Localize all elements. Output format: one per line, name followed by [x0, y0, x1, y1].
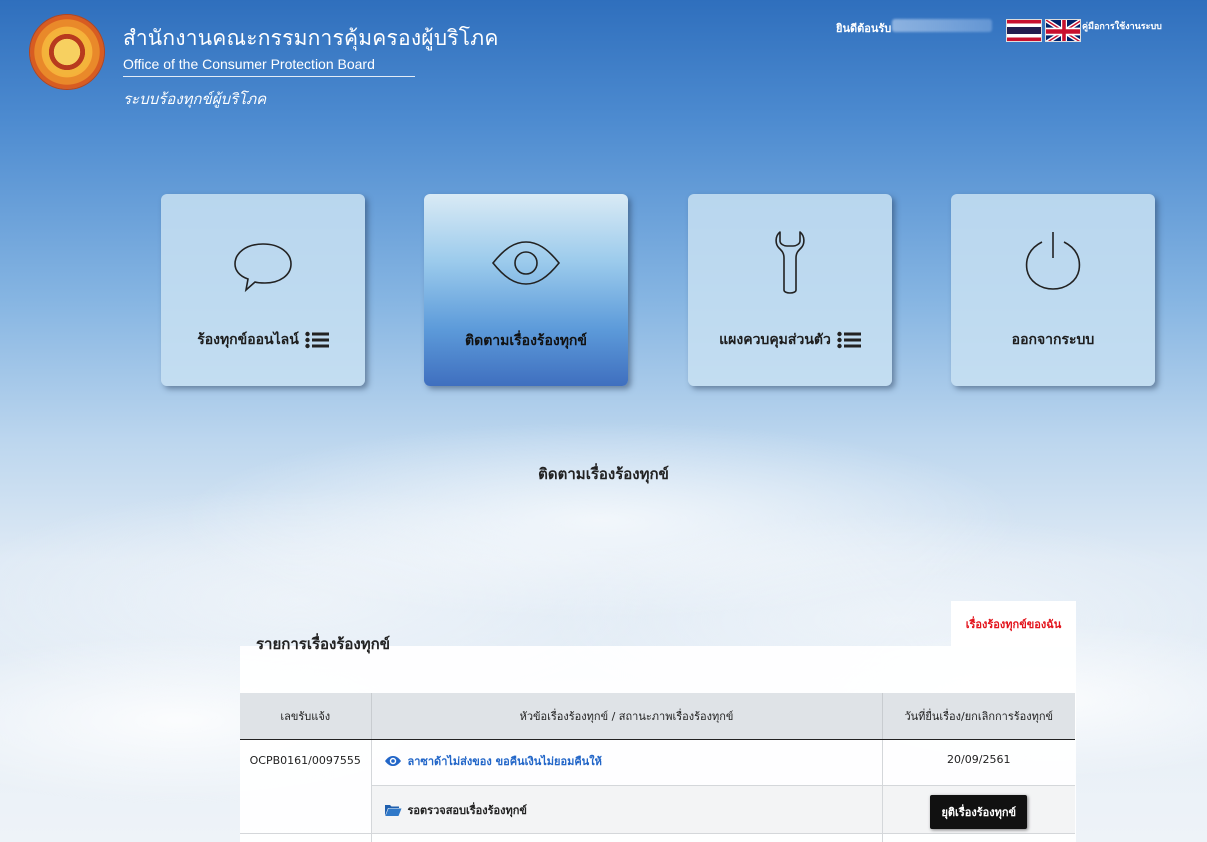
- tile-track-complaint[interactable]: ติดตามเรื่องร้องทุกข์: [424, 194, 628, 386]
- withdraw-complaint-button[interactable]: ยุติเรื่องร้องทุกข์: [930, 794, 1028, 829]
- complaint-status-text: รอตรวจสอบเรื่องร้องทุกข์: [407, 803, 527, 817]
- tile-online-complaint-label: ร้องทุกข์ออนไลน์: [161, 329, 365, 351]
- section-title: ติดตามเรื่องร้องทุกข์: [538, 465, 669, 483]
- complaint-subject-link[interactable]: ลาซาด้าไม่ส่งของ ขอคืนเงินไม่ยอมคืนให้: [384, 752, 602, 770]
- welcome-username-blurred: [892, 19, 992, 32]
- org-name-thai: สำนักงานคณะกรรมการคุ้มครองผู้บริโภค: [123, 26, 499, 50]
- speech-bubble-icon: [234, 243, 292, 293]
- tile-logout[interactable]: ออกจากระบบ: [951, 194, 1155, 386]
- complaint-date: 20/09/2561: [882, 739, 1075, 786]
- tile-control-panel-label: แผงควบคุมส่วนตัว: [688, 329, 892, 351]
- complaint-status: รอตรวจสอบเรื่องร้องทุกข์: [384, 799, 527, 819]
- system-name: ระบบร้องทุกข์ผู้บริโภค: [123, 90, 267, 108]
- column-header-subject: หัวข้อเรื่องร้องทุกข์ / สถานะภาพเรื่องร้…: [371, 693, 883, 740]
- list-icon: [837, 331, 861, 349]
- table-row: [240, 833, 1075, 842]
- complaint-id: OCPB0161/0097555: [240, 739, 372, 834]
- tile-logout-label: ออกจากระบบ: [1011, 332, 1095, 348]
- column-header-id: เลขรับแจ้ง: [240, 693, 372, 740]
- org-name-english: Office of the Consumer Protection Board: [123, 56, 415, 77]
- thai-flag-icon[interactable]: [1006, 19, 1042, 42]
- wrench-icon: [775, 231, 805, 294]
- tile-online-complaint[interactable]: ร้องทุกข์ออนไลน์: [161, 194, 365, 386]
- welcome-label: ยินดีต้อนรับ: [836, 22, 892, 35]
- eye-icon: [384, 755, 401, 766]
- table-row: OCPB0161/0097555 ลาซาด้าไม่ส่งของ ขอคืนเ…: [240, 739, 1075, 834]
- user-manual-link[interactable]: คู่มือการใช้งานระบบ: [1082, 19, 1162, 33]
- list-icon: [305, 331, 329, 349]
- folder-open-icon: [384, 804, 401, 816]
- column-header-date: วันที่ยื่นเรื่อง/ยกเลิกการร้องทุกข์: [882, 693, 1075, 740]
- complaint-subject-text: ลาซาด้าไม่ส่งของ ขอคืนเงินไม่ยอมคืนให้: [407, 754, 602, 768]
- tile-control-panel[interactable]: แผงควบคุมส่วนตัว: [688, 194, 892, 386]
- tile-track-complaint-label: ติดตามเรื่องร้องทุกข์: [465, 333, 587, 349]
- uk-flag-icon[interactable]: [1045, 19, 1081, 42]
- my-complaints-tab[interactable]: เรื่องร้องทุกข์ของฉัน: [951, 601, 1076, 647]
- power-icon: [1025, 232, 1081, 290]
- complaint-list-title: รายการเรื่องร้องทุกข์: [256, 635, 390, 653]
- ocpb-seal-logo: [30, 15, 104, 89]
- complaint-table: เลขรับแจ้ง หัวข้อเรื่องร้องทุกข์ / สถานะ…: [240, 693, 1075, 842]
- eye-icon: [491, 241, 561, 285]
